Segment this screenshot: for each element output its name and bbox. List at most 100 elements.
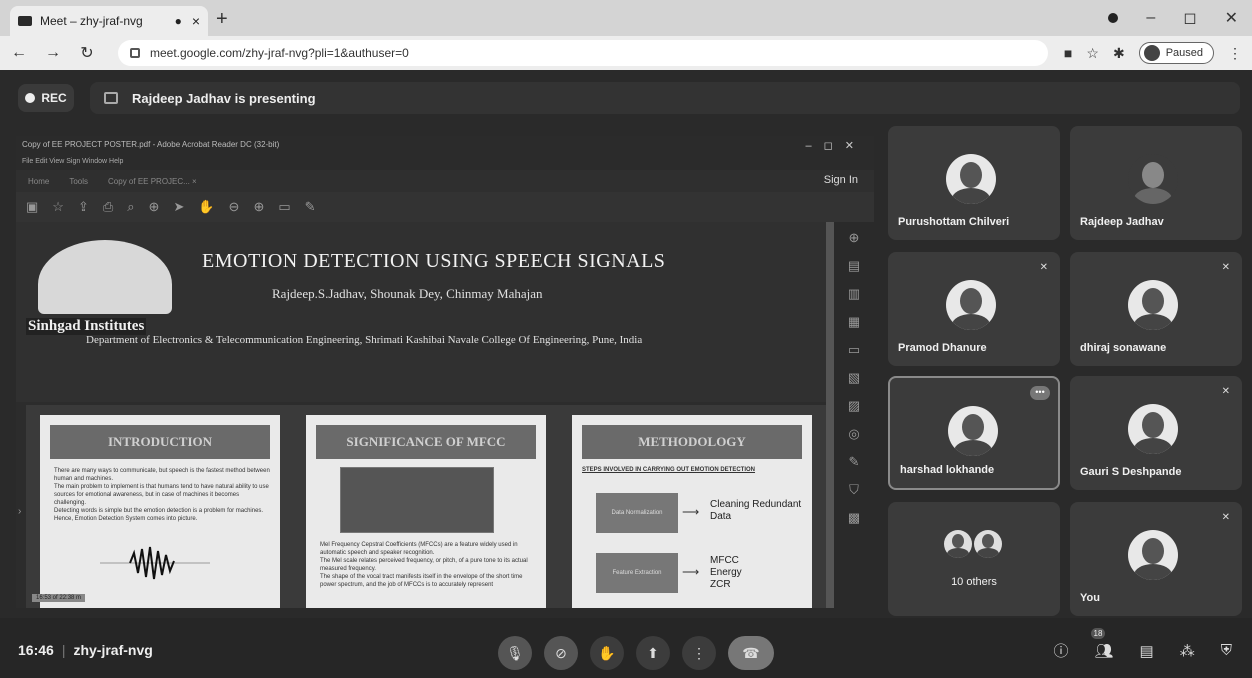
raise-hand-button[interactable]: ✋ — [590, 636, 624, 670]
mfcc-spectrogram-image — [340, 467, 494, 533]
record-indicator-icon — [1108, 13, 1119, 23]
mic-off-icon: 🎙︎ — [506, 644, 524, 661]
arrow-right-icon: ⟶ — [682, 505, 700, 519]
participant-tile[interactable]: Purushottam Chilveri — [888, 126, 1060, 240]
call-controls: 🎙︎ ⊘ ✋ ⬆ ⋮ ☎ — [498, 636, 774, 670]
participant-name: dhiraj sonawane — [1080, 342, 1167, 354]
participant-avatar — [1128, 280, 1178, 330]
more-options-button[interactable]: ⋮ — [682, 636, 716, 670]
mic-off-icon: ✕ — [1039, 262, 1048, 273]
participant-name: Gauri S Deshpande — [1080, 466, 1182, 478]
host-controls-icon[interactable]: ⛨ — [1221, 642, 1232, 659]
arrow-right-icon: ⟶ — [682, 565, 700, 579]
section-heading: SIGNIFICANCE OF MFCC — [316, 425, 536, 459]
forward-icon[interactable]: → — [44, 44, 62, 62]
close-tab-icon[interactable]: × — [192, 13, 200, 29]
others-tile[interactable]: 10 others — [888, 502, 1060, 616]
sidebar-toggle-icon: › — [18, 506, 22, 517]
reload-icon[interactable]: ↻ — [78, 43, 96, 63]
current-time: 16:46 — [18, 642, 54, 658]
restore-icon[interactable]: ◻ — [1183, 8, 1196, 28]
bullet-item: Detecting words is simple but the emotio… — [54, 508, 264, 514]
participant-tile[interactable]: Rajdeep Jadhav — [1070, 126, 1242, 240]
more-tools-icon: ▩ — [847, 510, 861, 525]
more-options-icon[interactable]: ••• — [1030, 386, 1050, 400]
export-pdf-icon: ▤ — [847, 258, 861, 273]
browser-window: Meet – zhy-jraf-nvg ● × + – ◻ ✕ ← → ↻ me… — [0, 0, 1252, 678]
section-heading: INTRODUCTION — [50, 425, 270, 459]
record-dot-icon: ● — [174, 14, 182, 28]
combine-icon: ▧ — [847, 370, 861, 385]
acrobat-tab-document: Copy of EE PROJEC... × — [108, 176, 197, 186]
profile-status: Paused — [1165, 47, 1203, 59]
close-window-icon[interactable]: ✕ — [1225, 8, 1238, 28]
feature-item: Energy — [710, 567, 742, 578]
participant-name: Rajdeep Jadhav — [1080, 216, 1164, 228]
people-icon: 👥︎ — [1094, 642, 1114, 660]
acrobat-window-title: Copy of EE PROJECT POSTER.pdf - Adobe Ac… — [22, 140, 280, 149]
self-tile[interactable]: ✕ You — [1070, 502, 1242, 616]
activities-icon[interactable]: ⁂ — [1180, 642, 1195, 660]
poster-department: Department of Electronics & Telecommunic… — [86, 334, 643, 346]
present-button[interactable]: ⬆ — [636, 636, 670, 670]
separator: | — [61, 642, 66, 658]
poster-header: Sinhgad Institutes EMOTION DETECTION USI… — [16, 222, 826, 402]
comment-icon: ▭ — [278, 199, 291, 214]
info-icon[interactable]: ⓘ — [1053, 640, 1068, 661]
section-heading: METHODOLOGY — [582, 425, 802, 459]
camera-icon[interactable]: ■ — [1064, 45, 1072, 61]
meeting-info: 16:46 | zhy-jraf-nvg — [18, 642, 153, 658]
recording-label: REC — [41, 91, 67, 105]
others-count: 10 others — [951, 576, 997, 588]
feature-item: ZCR — [710, 579, 731, 590]
chat-icon[interactable]: ▤ — [1140, 642, 1154, 660]
acrobat-tabs: Home Tools Copy of EE PROJEC... × Sign I… — [16, 170, 874, 192]
side-controls: ⓘ 18 👥︎ ▤ ⁂ ⛨ — [1053, 627, 1232, 661]
menu-dots-icon[interactable]: ⋮ — [1228, 45, 1242, 62]
people-button[interactable]: 18 👥︎ — [1090, 627, 1114, 660]
mic-toggle-button[interactable]: 🎙︎ — [498, 636, 532, 670]
profile-button[interactable]: Paused — [1138, 42, 1214, 64]
participant-tile[interactable]: ✕ dhiraj sonawane — [1070, 252, 1242, 366]
minimize-icon[interactable]: – — [1146, 9, 1155, 27]
star-icon: ☆ — [52, 199, 64, 214]
acrobat-tab-tools: Tools — [69, 176, 89, 186]
new-tab-button[interactable]: + — [216, 8, 228, 31]
comment-tool-icon: ▭ — [847, 342, 861, 357]
participant-avatar — [974, 530, 1002, 558]
tab-strip: Meet – zhy-jraf-nvg ● × + – ◻ ✕ — [0, 0, 1252, 36]
print-icon: ⎙ — [102, 199, 114, 214]
participant-avatar — [946, 154, 996, 204]
page-up-icon: ⊕ — [148, 199, 160, 214]
camera-toggle-button[interactable]: ⊘ — [544, 636, 578, 670]
pdf-scrollbar — [826, 222, 834, 608]
shared-screen: Copy of EE PROJECT POSTER.pdf - Adobe Ac… — [16, 136, 874, 608]
participant-tile[interactable]: ✕ Gauri S Deshpande — [1070, 376, 1242, 490]
cleaning-data-text: Cleaning Redundant Data — [710, 499, 802, 522]
create-pdf-icon: ▥ — [847, 286, 861, 301]
profile-avatar — [1143, 45, 1160, 61]
window-controls: – ◻ ✕ — [1108, 8, 1238, 28]
acrobat-sign-in: Sign In — [823, 174, 858, 186]
bullet-item: The main problem to implement is that hu… — [54, 484, 269, 506]
participant-name: You — [1080, 592, 1100, 604]
extensions-icon[interactable]: ✱ — [1113, 45, 1125, 62]
data-normalization-box: Data Normalization — [596, 493, 678, 533]
save-icon: ▣ — [26, 199, 39, 214]
feature-list: MFCC Energy ZCR — [710, 555, 742, 591]
participant-tile[interactable]: ✕ Pramod Dhanure — [888, 252, 1060, 366]
bookmark-star-icon[interactable]: ☆ — [1086, 45, 1099, 62]
leave-call-button[interactable]: ☎ — [728, 636, 774, 670]
present-screen-icon — [104, 92, 118, 104]
meet-control-bar: 16:46 | zhy-jraf-nvg 🎙︎ ⊘ ✋ ⬆ ⋮ ☎ ⓘ 18 👥︎ … — [0, 618, 1252, 678]
search-icon: ⌕ — [127, 199, 135, 214]
recording-badge[interactable]: REC — [18, 84, 74, 112]
browser-tab-meet[interactable]: Meet – zhy-jraf-nvg ● × — [10, 6, 208, 36]
lock-icon — [130, 48, 140, 58]
address-bar[interactable]: meet.google.com/zhy-jraf-nvg?pli=1&authu… — [118, 40, 1048, 66]
zoom-out-icon: ⊖ — [228, 199, 240, 214]
back-icon[interactable]: ← — [10, 44, 28, 62]
organize-icon: ▨ — [847, 398, 861, 413]
acrobat-title-bar: Copy of EE PROJECT POSTER.pdf - Adobe Ac… — [16, 136, 874, 158]
participant-tile-selected[interactable]: ••• harshad lokhande — [888, 376, 1060, 490]
